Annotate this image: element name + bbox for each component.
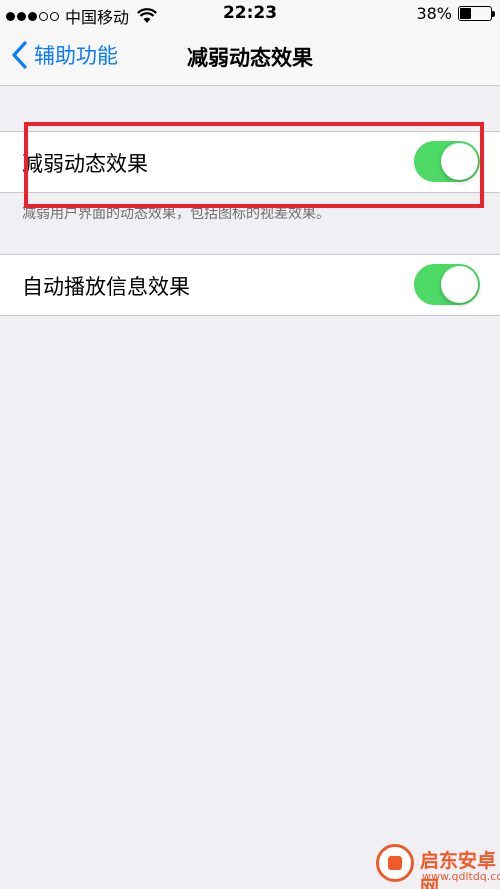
auto-play-message-effects-label: 自动播放信息效果 — [22, 275, 190, 299]
navigation-bar: 辅助功能 减弱动态效果 — [0, 28, 500, 86]
reduce-motion-footer: 减弱用户界面的动态效果，包括图标的视差效果。 — [22, 206, 330, 222]
settings-group-message-effects: 自动播放信息效果 — [0, 254, 500, 316]
reduce-motion-toggle[interactable] — [414, 141, 480, 182]
battery-level-fill — [460, 8, 471, 19]
status-bar: 中国移动 22:23 38% — [0, 0, 500, 28]
page-title: 减弱动态效果 — [187, 46, 313, 70]
battery-percent: 38% — [416, 4, 452, 23]
watermark-logo-icon — [376, 844, 414, 882]
reduce-motion-cell: 减弱动态效果 — [0, 132, 500, 192]
toggle-knob — [441, 266, 478, 303]
watermark-logo: 启东安卓网 www.qdltdq.com — [366, 836, 500, 889]
toggle-knob — [441, 143, 478, 180]
battery-icon — [458, 6, 495, 21]
auto-play-message-effects-toggle[interactable] — [414, 264, 480, 305]
auto-play-message-effects-cell: 自动播放信息效果 — [0, 255, 500, 315]
watermark-url: www.qdltdq.com — [422, 870, 500, 883]
reduce-motion-label: 减弱动态效果 — [22, 152, 148, 176]
settings-group-reduce-motion: 减弱动态效果 — [0, 131, 500, 193]
status-right: 38% — [416, 4, 495, 23]
